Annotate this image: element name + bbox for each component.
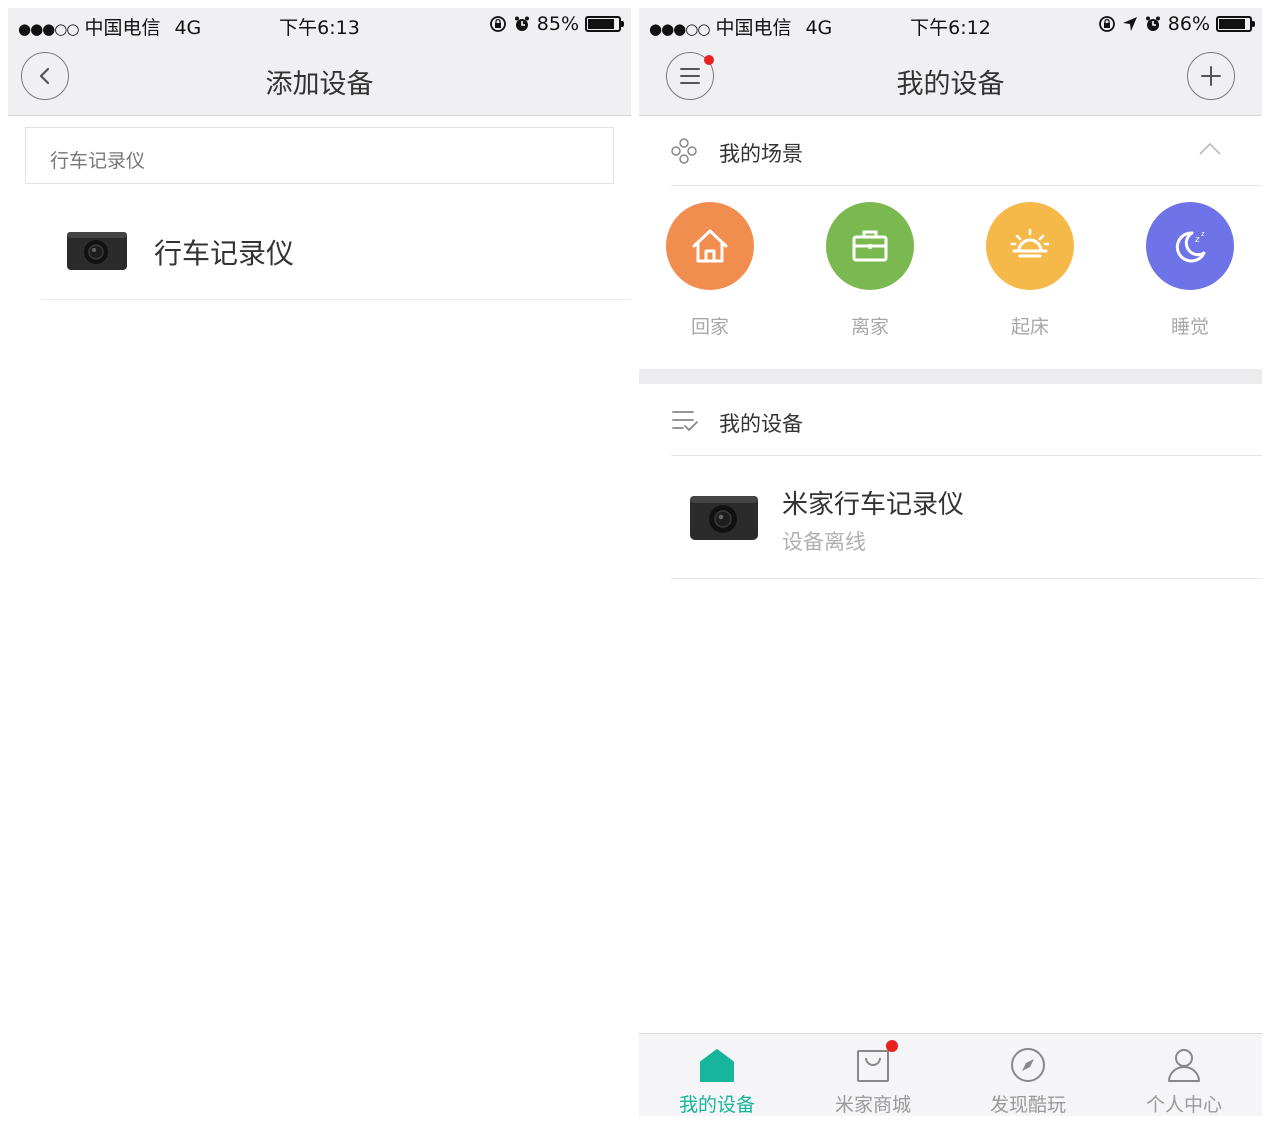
chevron-up-icon[interactable] — [1198, 142, 1222, 156]
device-name: 米家行车记录仪 — [782, 490, 965, 520]
devices-header: 我的设备 — [671, 386, 1262, 456]
scenes-icon — [671, 138, 697, 164]
battery-percent: 86% — [1167, 13, 1210, 35]
shopping-bag-icon — [857, 1050, 889, 1082]
location-arrow-icon — [1122, 17, 1137, 31]
status-right: 86% — [1098, 13, 1255, 35]
scenes-header[interactable]: 我的场景 — [671, 116, 1262, 186]
devices-title: 我的设备 — [719, 412, 803, 436]
sunrise-icon — [1010, 228, 1050, 258]
my-devices-screen: ●●●○○ 中国电信 4G 下午6:12 86% 我的设备 我的场景 回家 离家… — [639, 8, 1262, 1116]
scene-wake-button[interactable] — [986, 202, 1074, 290]
moon-icon: zz — [1175, 230, 1206, 263]
tab-store[interactable]: 米家商城 — [795, 1034, 951, 1116]
scene-list: 回家 离家 起床 zz 睡觉 — [639, 202, 1262, 352]
tab-label: 个人中心 — [1145, 1094, 1222, 1116]
device-list-icon — [672, 411, 698, 431]
alarm-icon — [514, 16, 529, 31]
scene-label: 回家 — [690, 316, 729, 338]
scene-home[interactable]: 回家 — [650, 202, 770, 339]
tab-label: 米家商城 — [834, 1094, 911, 1116]
store-badge — [886, 1040, 898, 1052]
dashcam-icon — [690, 496, 758, 540]
dashcam-icon — [67, 232, 127, 270]
search-input[interactable]: 行车记录仪 — [25, 127, 614, 184]
home-tab-icon — [700, 1049, 734, 1082]
status-bar: ●●●○○ 中国电信 4G 下午6:13 85% — [8, 8, 631, 42]
tab-label: 发现酷玩 — [989, 1094, 1066, 1116]
tab-profile[interactable]: 个人中心 — [1106, 1034, 1262, 1116]
compass-icon — [1011, 1048, 1045, 1082]
search-result-item[interactable]: 行车记录仪 — [41, 201, 631, 300]
nav-bar: 我的设备 — [639, 42, 1262, 116]
device-item[interactable]: 米家行车记录仪 设备离线 — [671, 457, 1262, 579]
add-device-button[interactable] — [1187, 52, 1235, 100]
scene-sleep-button[interactable]: zz — [1146, 202, 1234, 290]
page-title: 添加设备 — [265, 69, 374, 100]
tab-my-devices[interactable]: 我的设备 — [639, 1034, 795, 1116]
scenes-title: 我的场景 — [719, 142, 803, 166]
rotation-lock-icon — [1098, 16, 1115, 32]
svg-text:z: z — [1201, 230, 1205, 238]
device-status: 设备离线 — [782, 530, 866, 554]
battery-icon — [1216, 16, 1255, 32]
scene-label: 睡觉 — [1170, 316, 1209, 338]
result-label: 行车记录仪 — [154, 237, 295, 270]
scene-wake[interactable]: 起床 — [970, 202, 1090, 339]
scene-sleep[interactable]: zz 睡觉 — [1130, 202, 1250, 339]
alarm-icon — [1145, 16, 1160, 31]
rotation-lock-icon — [489, 16, 506, 32]
status-right: 85% — [489, 13, 624, 35]
section-divider — [639, 369, 1262, 384]
scene-home-button[interactable] — [666, 202, 754, 290]
plus-icon — [1201, 66, 1221, 86]
battery-icon — [585, 16, 624, 32]
person-icon — [1168, 1049, 1200, 1082]
home-icon — [692, 229, 728, 263]
tab-label: 我的设备 — [678, 1094, 755, 1116]
scene-leave-button[interactable] — [826, 202, 914, 290]
nav-bar: 添加设备 — [8, 42, 631, 116]
scene-leave[interactable]: 离家 — [810, 202, 930, 339]
tab-bar: 我的设备 米家商城 发现酷玩 个人中心 — [639, 1033, 1262, 1116]
tab-discover[interactable]: 发现酷玩 — [950, 1034, 1106, 1116]
page-title: 我的设备 — [896, 69, 1005, 100]
scene-label: 起床 — [1010, 316, 1049, 338]
scene-label: 离家 — [850, 316, 889, 338]
svg-text:z: z — [1195, 235, 1200, 245]
add-device-screen: ●●●○○ 中国电信 4G 下午6:13 85% 添加设备 行车记录仪 行车记录仪 — [8, 8, 631, 1116]
status-bar: ●●●○○ 中国电信 4G 下午6:12 86% — [639, 8, 1262, 42]
battery-percent: 85% — [536, 13, 579, 35]
briefcase-icon — [852, 230, 888, 262]
